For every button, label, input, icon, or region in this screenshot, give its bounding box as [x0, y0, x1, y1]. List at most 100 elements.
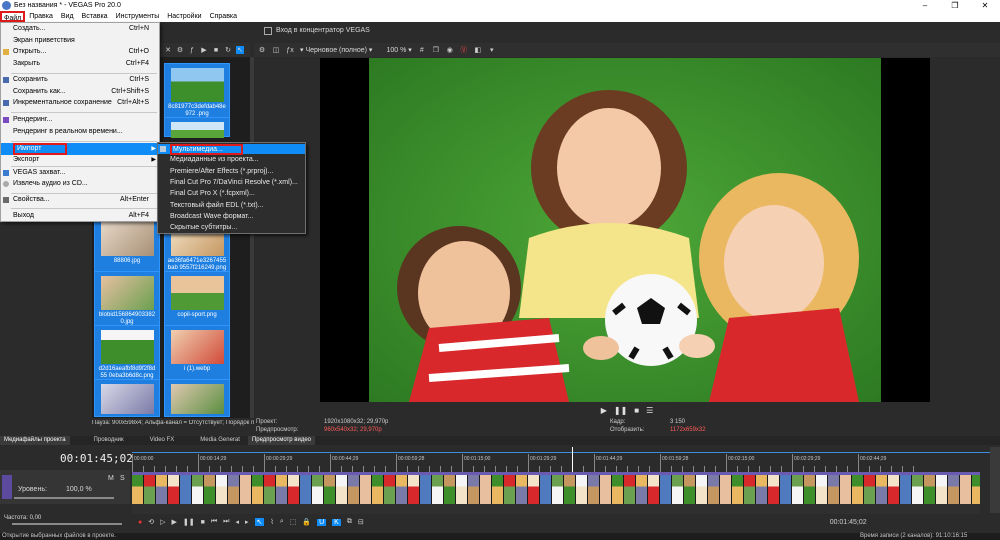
menu-item-new[interactable]: Создать... Ctrl+N: [1, 24, 159, 34]
menu-item-incremental-save[interactable]: Инкрементальное сохранение Ctrl+Alt+S: [1, 98, 159, 108]
minimize-button[interactable]: –: [910, 0, 940, 11]
menu-item-close[interactable]: Закрыть Ctrl+F4: [1, 59, 159, 69]
play-icon[interactable]: ▶: [200, 46, 208, 54]
menu-view[interactable]: Вид: [57, 11, 78, 22]
media-item[interactable]: blobid15686490338​20.jpg: [94, 271, 160, 333]
menu-icon[interactable]: ☰: [646, 406, 653, 415]
video-track[interactable]: [132, 472, 980, 504]
media-item[interactable]: copil-sport.png: [164, 271, 230, 333]
vegas-icon[interactable]: Ⓥ: [460, 46, 468, 54]
quality-dropdown[interactable]: ▾ Черновое (полное) ▾: [300, 46, 372, 54]
close-icon[interactable]: ✕: [164, 46, 172, 54]
rate-slider[interactable]: [12, 523, 122, 525]
zoom-icon[interactable]: ⌕: [280, 518, 284, 526]
envelope-icon[interactable]: ⌇: [270, 518, 273, 526]
menu-item-extract-cd[interactable]: Извлечь аудио из CD...: [1, 179, 159, 189]
marker-icon[interactable]: ⧉: [347, 518, 352, 526]
menu-item-import-edl[interactable]: Текстовый файл EDL (*.txt)...: [158, 201, 305, 211]
stop-icon[interactable]: ■: [212, 46, 220, 54]
menu-item-render[interactable]: Рендеринг...: [1, 115, 159, 125]
selection-icon[interactable]: ⬚: [290, 518, 297, 526]
solo-button[interactable]: S: [120, 475, 125, 482]
overlay-icon[interactable]: ◧: [474, 46, 482, 54]
loop-icon[interactable]: ↻: [224, 46, 232, 54]
snap-icon[interactable]: U: [317, 518, 327, 526]
menu-item-save[interactable]: Сохранить Ctrl+S: [1, 75, 159, 85]
select-icon[interactable]: ↖: [236, 46, 244, 54]
menu-item-import-fcpx[interactable]: Final Cut Pro X (*.fcpxml)...: [158, 189, 305, 199]
close-button[interactable]: ✕: [970, 0, 1000, 11]
fx-icon[interactable]: ƒx: [286, 46, 294, 54]
playhead[interactable]: [572, 447, 573, 472]
go-start-icon[interactable]: ⏮: [211, 518, 217, 526]
timeline-ruler[interactable]: 00:00:00 00:00:14;29 00:00:29;29 00:00:44;2…: [132, 447, 992, 472]
menu-item-render-realtime[interactable]: Рендеринг в реальном времени...: [1, 127, 159, 137]
play-icon[interactable]: ▶: [601, 406, 607, 415]
menu-item-export[interactable]: Экспорт ▶: [1, 155, 159, 165]
pause-icon[interactable]: ❚❚: [614, 406, 627, 415]
menu-settings[interactable]: Настройки: [163, 11, 205, 22]
menu-item-import-fcp7[interactable]: Final Cut Pro 7/DaVinci Resolve (*.xml).…: [158, 178, 305, 188]
menu-item-import-bwf[interactable]: Broadcast Wave формат...: [158, 212, 305, 222]
menu-item-save-as[interactable]: Сохранить как... Ctrl+Shift+S: [1, 87, 159, 97]
track-level-slider[interactable]: [14, 497, 114, 499]
tab-explorer[interactable]: Проводник: [90, 436, 128, 445]
stop-icon[interactable]: ■: [634, 406, 639, 415]
gear-icon[interactable]: ⚙: [176, 46, 184, 54]
menu-item-import-project-media[interactable]: Медиаданные из проекта...: [158, 155, 305, 165]
region-icon[interactable]: ⊟: [358, 518, 364, 526]
pause-icon[interactable]: ❚❚: [183, 518, 195, 526]
fx-icon[interactable]: ƒ: [188, 46, 196, 54]
menu-item-import-premiere[interactable]: Premiere/After Effects (*.prproj)...: [158, 167, 305, 177]
autoripple-icon[interactable]: K: [332, 518, 341, 526]
menu-item-import-captions[interactable]: Скрытые субтитры...: [158, 223, 305, 233]
copy-snapshot-icon[interactable]: ❐: [432, 46, 440, 54]
play-from-start-icon[interactable]: ▷: [160, 518, 165, 526]
media-item[interactable]: [164, 379, 230, 417]
grid-icon[interactable]: #: [418, 46, 426, 54]
loop-region-bar[interactable]: [132, 447, 992, 453]
media-item[interactable]: [94, 379, 160, 417]
media-item[interactable]: [164, 117, 230, 138]
menu-file[interactable]: Файл: [0, 11, 26, 22]
lock-icon[interactable]: 🔒: [302, 518, 311, 526]
menu-item-vegas-capture[interactable]: VEGAS захват...: [1, 168, 159, 178]
tab-project-media[interactable]: Медиафайлы проекта: [0, 436, 70, 445]
menu-item-welcome[interactable]: Экран приветствия: [1, 36, 159, 46]
save-snapshot-icon[interactable]: ◉: [446, 46, 454, 54]
menu-item-import[interactable]: Импорт ▶: [1, 143, 159, 155]
menu-help[interactable]: Справка: [206, 11, 241, 22]
menu-item-exit[interactable]: Выход Alt+F4: [1, 211, 159, 221]
mute-button[interactable]: M: [108, 475, 114, 482]
media-item[interactable]: 8c81977c3defdab48e972 .png: [164, 63, 230, 125]
vegas-hub-link[interactable]: Вход в концентратор VEGAS: [276, 27, 370, 34]
tab-video-preview[interactable]: Предпросмотр видео: [247, 436, 316, 445]
menu-edit[interactable]: Правка: [25, 11, 57, 22]
media-item[interactable]: d2d16aeafbf8d9f2f8d55 0eba3b6d8c.png: [94, 325, 160, 387]
loop-icon[interactable]: ⟲: [148, 518, 154, 526]
menu-insert[interactable]: Вставка: [78, 11, 112, 22]
menu-tools[interactable]: Инструменты: [112, 11, 164, 22]
video-track-header[interactable]: Уровень: 100,0 % M S: [0, 470, 130, 504]
media-item[interactable]: 88806.jpg: [94, 217, 160, 279]
gear-icon[interactable]: ⚙: [258, 46, 266, 54]
options-icon[interactable]: ▾: [488, 46, 496, 54]
prev-frame-icon[interactable]: ◂: [235, 518, 239, 526]
stop-icon[interactable]: ■: [201, 519, 205, 526]
menu-item-open[interactable]: Открыть... Ctrl+O: [1, 47, 159, 57]
play-icon[interactable]: ▶: [172, 518, 177, 526]
timeline-hscroll[interactable]: [132, 504, 980, 514]
menu-item-import-media[interactable]: Мультимедиа...: [158, 144, 305, 155]
next-frame-icon[interactable]: ▸: [245, 518, 249, 526]
tab-media-generators[interactable]: Media Generat: [196, 436, 244, 445]
tab-video-fx[interactable]: Video FX: [146, 436, 179, 445]
zoom-dropdown[interactable]: 100 % ▾: [386, 46, 411, 54]
maximize-button[interactable]: ❐: [940, 0, 970, 11]
normal-edit-icon[interactable]: ↖: [254, 518, 265, 526]
menu-item-properties[interactable]: Свойства... Alt+Enter: [1, 195, 159, 205]
split-icon[interactable]: ◫: [272, 46, 280, 54]
go-end-icon[interactable]: ⏭: [223, 518, 229, 526]
record-icon[interactable]: ●: [138, 519, 142, 526]
media-item[interactable]: i (1).webp: [164, 325, 230, 387]
timeline-vscroll[interactable]: [990, 447, 1000, 513]
